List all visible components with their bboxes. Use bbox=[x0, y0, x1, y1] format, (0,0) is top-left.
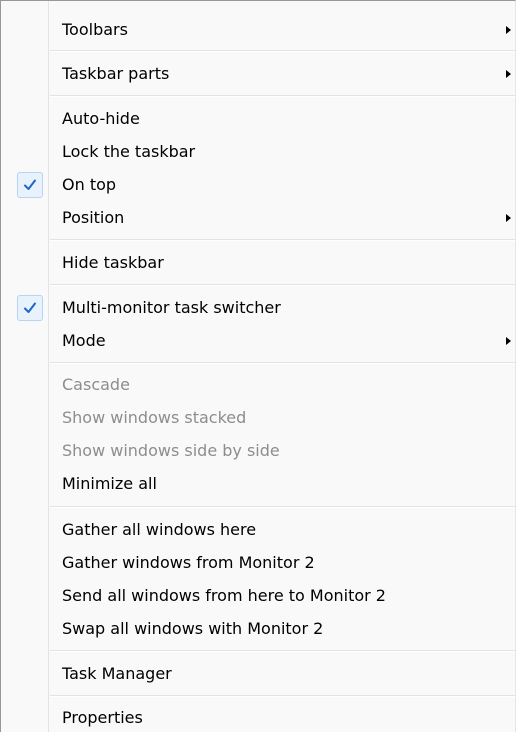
taskbar-context-menu: Toolbars Taskbar parts Auto-hide Lock th… bbox=[0, 0, 516, 732]
menu-item-position[interactable]: Position bbox=[1, 201, 515, 234]
menu-item-label: Properties bbox=[62, 707, 143, 727]
submenu-arrow-icon bbox=[506, 69, 511, 78]
menu-separator bbox=[50, 284, 515, 286]
menu-item-show-windows-side-by-side: Show windows side by side bbox=[1, 434, 515, 467]
menu-item-label: Mode bbox=[62, 330, 106, 350]
menu-item-label: Lock the taskbar bbox=[62, 141, 196, 161]
menu-item-label: Gather all windows here bbox=[62, 519, 257, 539]
menu-item-label: Show windows side by side bbox=[62, 440, 280, 460]
menu-item-label: Swap all windows with Monitor 2 bbox=[62, 618, 324, 638]
menu-separator bbox=[50, 506, 515, 508]
menu-item-gather-windows-from-monitor-2[interactable]: Gather windows from Monitor 2 bbox=[1, 546, 515, 579]
menu-item-label: On top bbox=[62, 174, 117, 194]
menu-item-gather-all-windows-here[interactable]: Gather all windows here bbox=[1, 513, 515, 546]
menu-item-mode[interactable]: Mode bbox=[1, 324, 515, 357]
menu-separator bbox=[50, 95, 515, 97]
menu-item-properties[interactable]: Properties bbox=[1, 701, 515, 734]
menu-item-label: Minimize all bbox=[62, 473, 157, 493]
menu-separator bbox=[50, 650, 515, 652]
menu-item-task-manager[interactable]: Task Manager bbox=[1, 657, 515, 690]
menu-item-lock-the-taskbar[interactable]: Lock the taskbar bbox=[1, 135, 515, 168]
menu-item-label: Toolbars bbox=[62, 19, 128, 39]
menu-item-cascade: Cascade bbox=[1, 368, 515, 401]
menu-item-label: Gather windows from Monitor 2 bbox=[62, 552, 315, 572]
checkmark-icon bbox=[17, 171, 43, 198]
menu-item-label: Task Manager bbox=[62, 663, 172, 683]
menu-item-send-all-windows-to-monitor-2[interactable]: Send all windows from here to Monitor 2 bbox=[1, 579, 515, 612]
menu-item-label: Position bbox=[62, 207, 125, 227]
menu-item-label: Show windows stacked bbox=[62, 407, 247, 427]
submenu-arrow-icon bbox=[506, 336, 511, 345]
menu-separator bbox=[50, 239, 515, 241]
menu-item-label: Multi-monitor task switcher bbox=[62, 297, 281, 317]
menu-item-hide-taskbar[interactable]: Hide taskbar bbox=[1, 246, 515, 279]
menu-item-label: Cascade bbox=[62, 374, 130, 394]
menu-item-show-windows-stacked: Show windows stacked bbox=[1, 401, 515, 434]
menu-item-label: Auto-hide bbox=[62, 108, 140, 128]
submenu-arrow-icon bbox=[506, 25, 511, 34]
menu-item-label: Send all windows from here to Monitor 2 bbox=[62, 585, 386, 605]
checkmark-icon bbox=[17, 294, 43, 321]
menu-separator bbox=[50, 50, 515, 52]
menu-item-taskbar-parts[interactable]: Taskbar parts bbox=[1, 57, 515, 90]
menu-item-minimize-all[interactable]: Minimize all bbox=[1, 467, 515, 500]
menu-item-toolbars[interactable]: Toolbars bbox=[1, 13, 515, 46]
menu-item-swap-all-windows-with-monitor-2[interactable]: Swap all windows with Monitor 2 bbox=[1, 612, 515, 645]
menu-item-auto-hide[interactable]: Auto-hide bbox=[1, 102, 515, 135]
menu-item-label: Taskbar parts bbox=[62, 63, 170, 83]
menu-item-multi-monitor-task-switcher[interactable]: Multi-monitor task switcher bbox=[1, 291, 515, 324]
submenu-arrow-icon bbox=[506, 213, 511, 222]
menu-item-label: Hide taskbar bbox=[62, 252, 164, 272]
menu-item-on-top[interactable]: On top bbox=[1, 168, 515, 201]
menu-separator bbox=[50, 695, 515, 697]
menu-separator bbox=[50, 362, 515, 364]
